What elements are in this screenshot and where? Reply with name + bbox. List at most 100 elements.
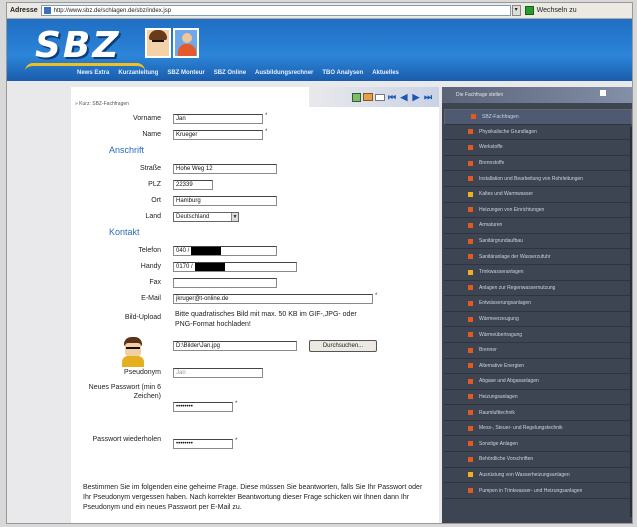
name-label: Name [142, 131, 161, 138]
prev-page-icon[interactable]: ◀ [399, 92, 409, 102]
new-password-input[interactable]: •••••••• [173, 402, 233, 412]
file-input[interactable]: D:\Bilder\Jan.jpg [173, 341, 297, 351]
sidebar-item[interactable]: SBZ-Fachfragen [444, 109, 632, 125]
avatar-boy-icon [145, 28, 171, 58]
name-input[interactable]: Krueger [173, 130, 263, 140]
pseudonym-label: Pseudonym [124, 369, 161, 376]
nav-item[interactable]: SBZ Monteur [167, 70, 204, 76]
last-page-icon[interactable]: ⏭ [423, 92, 433, 102]
strasse-input[interactable]: Hohe Weg 12 [173, 164, 277, 174]
sidebar-item[interactable]: Pumpen in Trinkwasser- und Heizungsanlag… [444, 483, 632, 499]
bullet-icon [468, 488, 473, 494]
sidebar-item[interactable]: Entwässerungsanlagen [444, 296, 632, 312]
sidebar-item[interactable]: Abgase und Abgasanlagen [444, 374, 632, 390]
sidebar-item[interactable]: Physikalische Grundlagen [444, 125, 632, 141]
sidebar-menu: SBZ-Fachfragen Physikalische Grundlagen … [442, 109, 632, 499]
email-input[interactable]: jkruger@t-online.de [173, 294, 373, 304]
bullet-icon [468, 316, 473, 322]
sidebar-item[interactable]: Wärmeübertragung [444, 327, 632, 343]
section-anschrift: Anschrift [109, 145, 145, 155]
required-marker: * [265, 113, 268, 119]
next-page-icon[interactable]: ▶ [411, 92, 421, 102]
sidebar-item[interactable]: Armaturen [444, 218, 632, 234]
nav-item[interactable]: Ausbildungsrechner [255, 70, 313, 76]
fax-label: Fax [149, 279, 161, 286]
ort-input[interactable]: Hamburg [173, 196, 277, 206]
address-label: Adresse [10, 7, 38, 14]
print-icon[interactable] [352, 92, 361, 102]
vorname-input[interactable]: Jan [173, 114, 263, 124]
sbz-logo[interactable]: SBZ [35, 25, 120, 66]
sidebar-item[interactable]: Wärmeerzeugung [444, 312, 632, 328]
go-arrow-icon[interactable] [524, 6, 534, 15]
repeat-password-input[interactable]: •••••••• [173, 439, 233, 449]
bullet-icon [468, 160, 473, 166]
sidebar-item[interactable]: Sanitäranlage der Wasserzufuhr [444, 249, 632, 265]
vorname-label: Vorname [132, 115, 161, 122]
go-button-label[interactable]: Wechseln zu [534, 7, 577, 14]
nav-item[interactable]: TBO Analysen [322, 70, 363, 76]
bullet-icon [468, 222, 473, 228]
sidebar-item[interactable]: Brenner [444, 343, 632, 359]
first-page-icon[interactable]: ⏮ [387, 92, 397, 102]
url-input[interactable]: http://www.sbz.de/schlagen.de/sbz/index.… [40, 5, 511, 16]
sidebar-item[interactable]: Anlagen zur Regenwassernutzung [444, 281, 632, 297]
sidebar-item[interactable]: Brennstoffe [444, 156, 632, 172]
upload-note: Bitte quadratisches Bild mit max. 50 KB … [175, 311, 357, 328]
sidebar-scrollbar[interactable] [630, 127, 632, 517]
breadcrumb[interactable]: » Kurz: SBZ-Fachfragen [75, 101, 129, 107]
browse-button[interactable]: Durchsuchen... [309, 340, 377, 352]
pseudonym-input[interactable]: Jan [173, 368, 263, 378]
land-select[interactable]: Deutschland ▼ [173, 212, 239, 222]
repeat-password-label: Passwort wiederholen [92, 436, 161, 443]
nav-item[interactable]: SBZ Online [214, 70, 246, 76]
telefon-input[interactable]: 040 / [173, 246, 277, 256]
email-label: E-Mail [141, 295, 161, 302]
sidebar-item[interactable]: Installation und Bearbeitung von Rohrlei… [444, 171, 632, 187]
bullet-icon [468, 176, 473, 182]
handy-input[interactable]: 0170 / [173, 262, 297, 272]
nav-item[interactable]: News Extra [77, 70, 109, 76]
sidebar-item[interactable]: Raumlufttechnik [444, 405, 632, 421]
sidebar-item[interactable]: Sonstige Anlagen [444, 436, 632, 453]
url-dropdown-button[interactable]: ▾ [511, 5, 521, 16]
land-label: Land [145, 213, 161, 220]
mail-icon[interactable] [375, 93, 385, 101]
sidebar-item[interactable]: Ausrüstung von Wasserheizungsanlagen [444, 468, 632, 484]
bullet-icon [468, 191, 473, 197]
sidebar-item[interactable]: Trinkwasseranlagen [444, 265, 632, 281]
upload-label: Bild-Upload [124, 314, 161, 321]
site-header: SBZ News Extra Kurzanleitung SBZ Monteur… [7, 19, 632, 81]
bullet-icon [468, 300, 473, 306]
bullet-icon [468, 363, 473, 369]
image-icon[interactable] [363, 93, 373, 101]
sidebar-item[interactable]: Sanitärgrundaufbau [444, 234, 632, 250]
sidebar-item[interactable]: Mess-, Steuer- und Regelungstechnik [444, 421, 632, 437]
handy-value: 0170 / [176, 264, 193, 270]
chevron-down-icon[interactable]: ▼ [231, 213, 238, 221]
bullet-icon [468, 410, 473, 416]
sidebar-item[interactable]: Heizungsanlagen [444, 390, 632, 406]
form-panel: » Kurz: SBZ-Fachfragen ⏮ ◀ ▶ ⏭ Vorname J… [71, 87, 439, 523]
secret-question-info: Bestimmen Sie im folgenden eine geheime … [83, 484, 423, 511]
sidebar-header: Die Fachfrage stellen [442, 87, 632, 103]
close-icon[interactable] [600, 90, 606, 96]
sidebar-item[interactable]: Alternative Energien [444, 359, 632, 375]
nav-item[interactable]: Aktuelles [372, 70, 399, 76]
bullet-icon [468, 347, 473, 353]
sidebar-item[interactable]: Werkstoffe [444, 140, 632, 156]
nav-item[interactable]: Kurzanleitung [118, 70, 158, 76]
redacted-block [194, 263, 225, 271]
sidebar-item[interactable]: Heizungen von Einrichtungen [444, 203, 632, 219]
land-select-value: Deutschland [176, 214, 210, 220]
sidebar-item[interactable]: Kaltes und Warmwasser [444, 187, 632, 203]
plz-input[interactable]: 22339 [173, 180, 213, 190]
avatar-user-icon [173, 28, 199, 58]
bullet-icon [468, 425, 473, 431]
handy-label: Handy [140, 263, 161, 270]
bullet-icon [468, 207, 473, 213]
sidebar-item[interactable]: Behördliche Vorschriften [444, 452, 632, 468]
page-icon [43, 7, 51, 14]
fax-input[interactable] [173, 278, 277, 288]
redacted-block [191, 247, 222, 255]
